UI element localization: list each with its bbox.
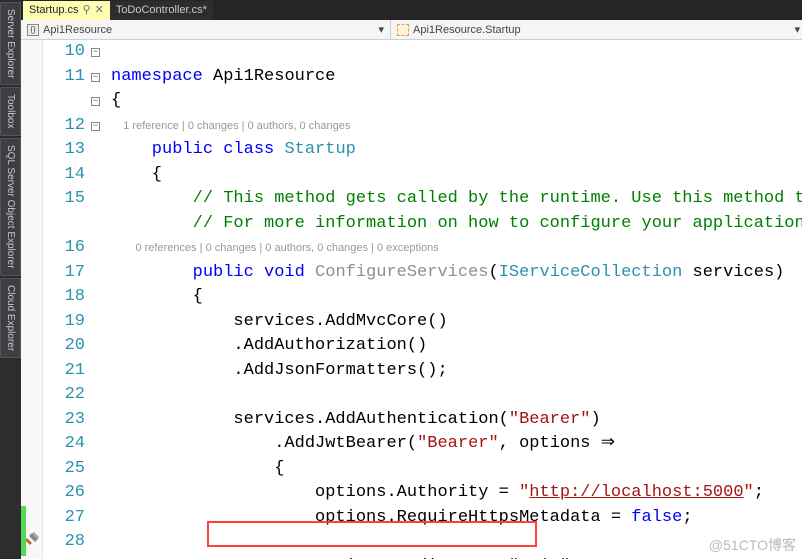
tok: false	[631, 508, 682, 527]
code-editor[interactable]: 10 11 12 13 14 15 16 17 18 19 20 21 22 2…	[21, 40, 802, 559]
tok: .AddJwtBearer(	[111, 434, 417, 453]
tok: Startup	[274, 140, 356, 159]
tab-startup[interactable]: Startup.cs ⚲ ✕	[23, 1, 110, 20]
tok: {	[111, 91, 121, 110]
tok: public	[111, 140, 213, 159]
ln: 17	[43, 261, 85, 286]
tok: "Bearer"	[417, 434, 499, 453]
fold-toggle[interactable]: −	[91, 122, 100, 131]
ln: 20	[43, 334, 85, 359]
ln: 25	[43, 457, 85, 482]
tok: IServiceCollection	[499, 263, 683, 282]
nav-namespace-label: Api1Resource	[43, 20, 112, 40]
tok[interactable]: http://localhost:5000	[529, 483, 743, 502]
tok: {	[111, 459, 284, 478]
close-icon[interactable]: ✕	[95, 1, 104, 20]
tok: ConfigureServices	[305, 263, 489, 282]
ln: 18	[43, 285, 85, 310]
tok: Api1Resource	[203, 67, 336, 86]
tok: services)	[682, 263, 784, 282]
ln: 10	[43, 40, 85, 65]
ln: 13	[43, 138, 85, 163]
tok: options.RequireHttpsMetadata =	[111, 508, 631, 527]
codelens[interactable]: 0 references | 0 changes | 0 authors, 0 …	[111, 236, 802, 261]
ln: 11	[43, 65, 85, 90]
chevron-down-icon: ▾	[795, 20, 801, 40]
tool-cloud-explorer[interactable]: Cloud Explorer	[0, 278, 21, 358]
ln: 15	[43, 187, 85, 212]
fold-toggle[interactable]: −	[91, 48, 100, 57]
side-toolbar: Server Explorer Toolbox SQL Server Objec…	[0, 0, 21, 559]
tool-server-explorer[interactable]: Server Explorer	[0, 2, 21, 85]
tok: (	[488, 263, 498, 282]
ln: 27	[43, 506, 85, 531]
code-body[interactable]: namespace Api1Resource { 1 reference | 0…	[107, 40, 802, 559]
ln: 21	[43, 359, 85, 384]
ln: 23	[43, 408, 85, 433]
tok: {	[111, 165, 162, 184]
tok: // For more information on how to config…	[111, 214, 802, 233]
ln: 16	[43, 236, 85, 261]
tok: {	[111, 287, 203, 306]
ln: 12	[43, 114, 85, 139]
tok: services.AddAuthentication(	[111, 410, 509, 429]
change-marker	[21, 506, 26, 556]
codelens[interactable]: 1 reference | 0 changes | 0 authors, 0 c…	[111, 114, 802, 139]
namespace-icon: {}	[27, 24, 39, 36]
nav-namespace-dropdown[interactable]: {} Api1Resource ▾	[21, 20, 391, 39]
ln: 28	[43, 530, 85, 555]
ln: 14	[43, 163, 85, 188]
build-marker-icon	[24, 531, 40, 547]
tab-label: ToDoController.cs*	[116, 1, 207, 20]
pin-icon[interactable]: ⚲	[83, 1, 91, 20]
tab-label: Startup.cs	[29, 1, 79, 20]
tok: "	[744, 483, 754, 502]
tab-strip: Startup.cs ⚲ ✕ ToDoController.cs*	[21, 0, 802, 20]
class-icon	[397, 24, 409, 36]
fold-toggle[interactable]: −	[91, 73, 100, 82]
tok: public	[111, 263, 254, 282]
tok: , options ⇒	[499, 434, 615, 453]
ln: 19	[43, 310, 85, 335]
ln: 22	[43, 383, 85, 408]
tok: namespace	[111, 67, 203, 86]
watermark: @51CTO博客	[709, 535, 796, 555]
main-area: Startup.cs ⚲ ✕ ToDoController.cs* {} Api…	[21, 0, 802, 559]
fold-toggle[interactable]: −	[91, 97, 100, 106]
tok: "Bearer"	[509, 410, 591, 429]
tok: ;	[754, 483, 764, 502]
nav-class-dropdown[interactable]: Api1Resource.Startup ▾	[391, 20, 802, 39]
nav-class-label: Api1Resource.Startup	[413, 20, 521, 40]
tab-todo-controller[interactable]: ToDoController.cs*	[110, 1, 213, 20]
ln: 29	[43, 555, 85, 559]
line-numbers: 10 11 12 13 14 15 16 17 18 19 20 21 22 2…	[43, 40, 91, 559]
tok: "	[519, 483, 529, 502]
tok: class	[213, 140, 274, 159]
tok: services.AddMvcCore()	[111, 312, 448, 331]
indicator-margin	[21, 40, 43, 559]
tok: .AddAuthorization()	[111, 336, 427, 355]
nav-bar: {} Api1Resource ▾ Api1Resource.Startup ▾…	[21, 20, 802, 40]
tok: void	[254, 263, 305, 282]
tok: .AddJsonFormatters();	[111, 361, 448, 380]
tok: )	[591, 410, 601, 429]
fold-gutter: − − − −	[91, 40, 107, 559]
tool-sql-object-explorer[interactable]: SQL Server Object Explorer	[0, 138, 21, 276]
ln: 24	[43, 432, 85, 457]
chevron-down-icon: ▾	[378, 20, 384, 40]
tok: options.Authority =	[111, 483, 519, 502]
tok: // This method gets called by the runtim…	[111, 189, 802, 208]
tok: ;	[682, 508, 692, 527]
tool-toolbox[interactable]: Toolbox	[0, 87, 21, 135]
ln: 26	[43, 481, 85, 506]
